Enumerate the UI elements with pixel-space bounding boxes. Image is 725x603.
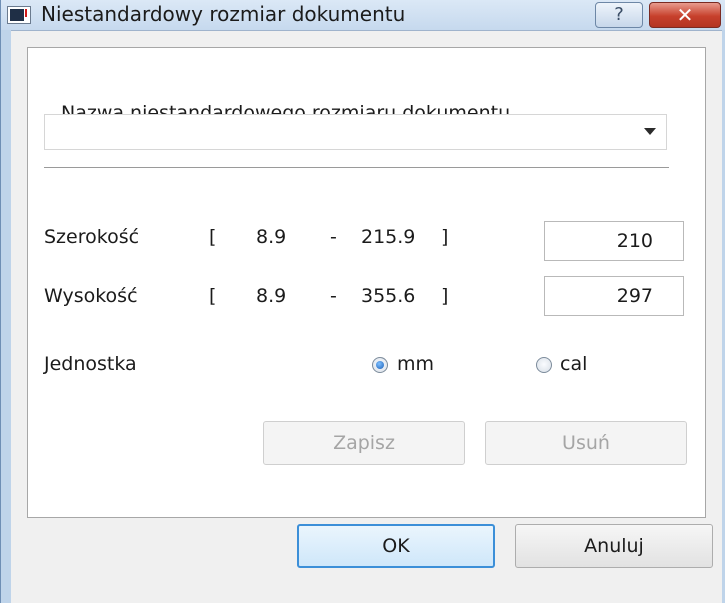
- height-open-bracket: [: [209, 285, 217, 307]
- unit-label: Jednostka: [44, 353, 137, 375]
- height-min: 8.9: [256, 285, 287, 307]
- save-button[interactable]: Zapisz: [263, 421, 465, 465]
- height-max: 355.6: [361, 285, 416, 307]
- height-label: Wysokość: [44, 285, 138, 307]
- help-button[interactable]: ?: [595, 2, 643, 28]
- width-input[interactable]: 210: [544, 221, 684, 261]
- unit-mm-label[interactable]: mm: [397, 353, 434, 375]
- width-open-bracket: [: [209, 226, 217, 248]
- height-close-bracket: ]: [441, 285, 449, 307]
- unit-cal-label[interactable]: cal: [560, 353, 587, 375]
- window-title: Niestandardowy rozmiar dokumentu: [41, 2, 406, 26]
- width-dash: -: [330, 226, 337, 248]
- width-label: Szerokość: [44, 226, 140, 248]
- cancel-button[interactable]: Anuluj: [515, 524, 713, 568]
- height-dash: -: [330, 285, 337, 307]
- width-min: 8.9: [256, 226, 287, 248]
- dialog-client-area: Nazwa niestandardowego rozmiaru dokument…: [11, 30, 722, 603]
- ok-button[interactable]: OK: [297, 524, 495, 568]
- chevron-down-icon[interactable]: [644, 128, 656, 135]
- separator-line: [44, 167, 669, 168]
- height-input[interactable]: 297: [544, 276, 684, 316]
- unit-cal-radio[interactable]: [536, 357, 552, 373]
- unit-mm-radio[interactable]: [372, 357, 388, 373]
- width-max: 215.9: [361, 226, 416, 248]
- dialog-window: Niestandardowy rozmiar dokumentu ? ✕ Naz…: [0, 0, 725, 603]
- close-button[interactable]: ✕: [649, 2, 721, 28]
- title-bar[interactable]: Niestandardowy rozmiar dokumentu ? ✕: [1, 0, 725, 30]
- width-close-bracket: ]: [441, 226, 449, 248]
- app-window-icon: [7, 6, 31, 24]
- name-combobox[interactable]: [44, 114, 667, 150]
- delete-button[interactable]: Usuń: [485, 421, 687, 465]
